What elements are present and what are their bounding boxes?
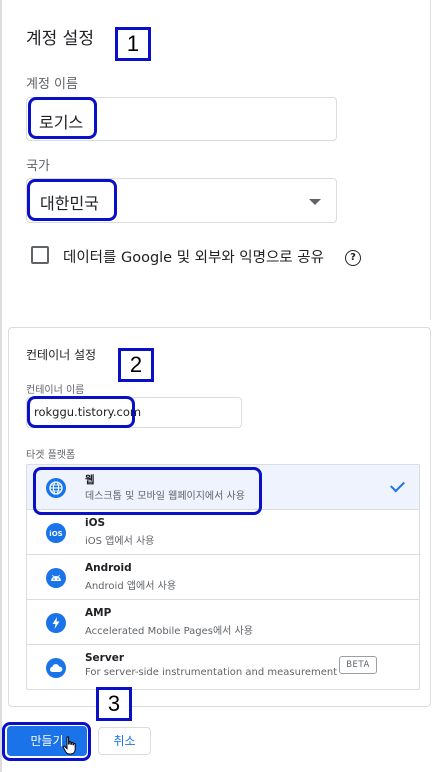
annotation-3: 3 [96,687,132,721]
platform-description: Android 앱에서 사용 [85,581,177,592]
annotation-2: 2 [118,348,154,382]
beta-badge: BETA [339,656,377,674]
page-left-border [0,0,2,772]
amp-bolt-icon [46,613,66,633]
account-name-label: 계정 이름 [26,77,78,92]
annotation-highlight-container-name [27,396,135,428]
platform-option-ios[interactable]: iOS iOS iOS 앱에서 사용 [27,510,419,555]
hand-cursor-icon [62,736,76,755]
ios-icon: iOS [46,523,66,543]
help-icon[interactable]: ? [345,250,361,266]
account-settings-title: 계정 설정 [26,29,94,49]
platform-name: AMP [85,607,112,619]
annotation-highlight-account-name [28,97,97,139]
check-icon [390,477,405,493]
android-icon [46,568,66,588]
container-name-label: 컨테이너 이름 [26,385,85,396]
platform-option-android[interactable]: Android Android 앱에서 사용 [27,555,419,600]
platform-option-server[interactable]: Server For server-side instrumentation a… [27,645,419,690]
platform-name: Server [85,652,125,664]
annotation-1: 1 [115,27,151,61]
svg-text:iOS: iOS [49,530,62,538]
platform-description: iOS 앱에서 사용 [85,536,155,547]
share-data-label[interactable]: 데이터를 Google 및 외부와 익명으로 공유 [63,246,324,267]
container-settings-title: 컨테이너 설정 [26,348,97,362]
cancel-button[interactable]: 취소 [98,727,151,755]
platform-name: Android [85,562,132,574]
platform-description: For server-side instrumentation and meas… [85,667,338,678]
annotation-highlight-country [27,179,117,221]
platform-description: Accelerated Mobile Pages에서 사용 [85,626,253,637]
page-right-border [430,0,431,320]
platform-option-amp[interactable]: AMP Accelerated Mobile Pages에서 사용 [27,600,419,645]
dropdown-arrow-icon[interactable] [309,199,321,205]
cloud-icon [46,658,66,678]
target-platform-label: 타겟 플랫폼 [26,450,76,461]
annotation-highlight-web-platform [33,467,262,515]
platform-name: iOS [85,517,106,529]
share-data-checkbox[interactable] [31,246,49,264]
country-label: 국가 [26,159,50,174]
